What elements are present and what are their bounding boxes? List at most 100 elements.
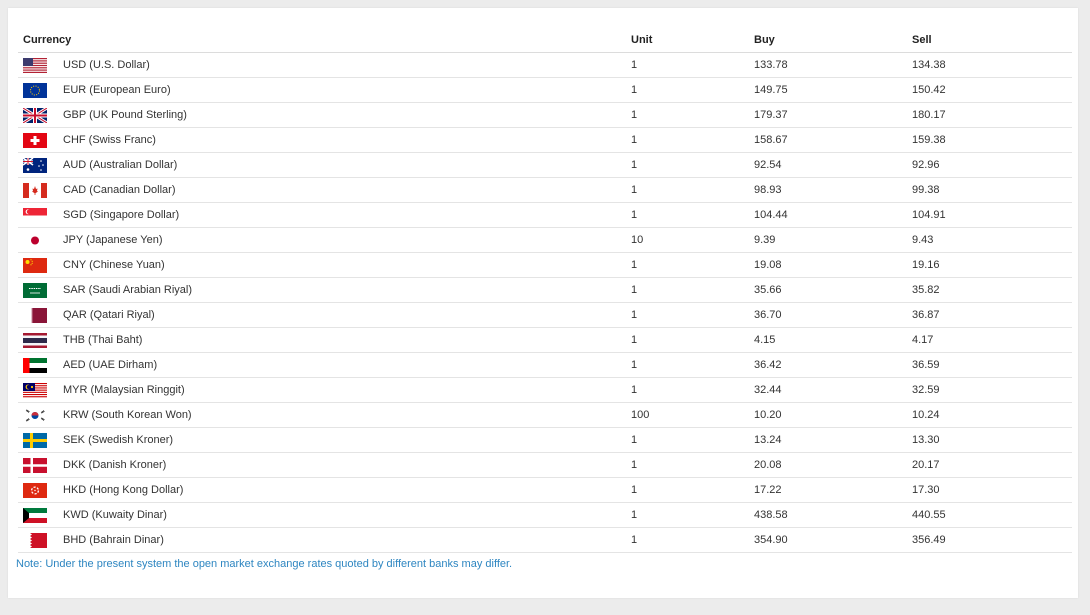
sell-rate: 36.59 <box>912 352 1072 378</box>
sell-rate: 9.43 <box>912 227 1072 253</box>
sell-rate: 92.96 <box>912 152 1072 178</box>
unit-value: 1 <box>631 452 754 478</box>
currency-name: CHF (Swiss Franc) <box>63 127 631 153</box>
flag-cell <box>18 327 63 353</box>
flag-cell <box>18 102 63 128</box>
table-row: USD (U.S. Dollar) 1 133.78 134.38 <box>18 52 1072 78</box>
buy-rate: 4.15 <box>754 327 912 353</box>
sell-rate: 13.30 <box>912 427 1072 453</box>
flag-cell <box>18 152 63 178</box>
table-row: EUR (European Euro) 1 149.75 150.42 <box>18 77 1072 103</box>
unit-value: 1 <box>631 477 754 503</box>
exchange-rate-table: Currency Unit Buy Sell USD (U.S. Dollar)… <box>18 28 1072 553</box>
buy-rate: 13.24 <box>754 427 912 453</box>
kw-flag-icon <box>23 507 47 523</box>
currency-name: THB (Thai Baht) <box>63 327 631 353</box>
table-row: SAR (Saudi Arabian Riyal) 1 35.66 35.82 <box>18 277 1072 303</box>
unit-value: 1 <box>631 102 754 128</box>
ca-flag-icon <box>23 182 47 198</box>
buy-rate: 20.08 <box>754 452 912 478</box>
currency-name: HKD (Hong Kong Dollar) <box>63 477 631 503</box>
buy-rate: 10.20 <box>754 402 912 428</box>
sell-rate: 159.38 <box>912 127 1072 153</box>
buy-rate: 17.22 <box>754 477 912 503</box>
currency-name: DKK (Danish Kroner) <box>63 452 631 478</box>
flag-cell <box>18 302 63 328</box>
table-row: CHF (Swiss Franc) 1 158.67 159.38 <box>18 127 1072 153</box>
flag-cell <box>18 352 63 378</box>
table-row: GBP (UK Pound Sterling) 1 179.37 180.17 <box>18 102 1072 128</box>
unit-value: 1 <box>631 202 754 228</box>
currency-name: QAR (Qatari Riyal) <box>63 302 631 328</box>
flag-cell <box>18 402 63 428</box>
ae-flag-icon <box>23 357 47 373</box>
table-row: THB (Thai Baht) 1 4.15 4.17 <box>18 327 1072 353</box>
unit-value: 1 <box>631 352 754 378</box>
unit-value: 1 <box>631 377 754 403</box>
header-unit: Unit <box>631 28 754 53</box>
table-row: KRW (South Korean Won) 100 10.20 10.24 <box>18 402 1072 428</box>
currency-name: CNY (Chinese Yuan) <box>63 252 631 278</box>
qa-flag-icon <box>23 307 47 323</box>
flag-cell <box>18 502 63 528</box>
unit-value: 10 <box>631 227 754 253</box>
sell-rate: 17.30 <box>912 477 1072 503</box>
flag-cell <box>18 452 63 478</box>
buy-rate: 9.39 <box>754 227 912 253</box>
sell-rate: 32.59 <box>912 377 1072 403</box>
flag-cell <box>18 427 63 453</box>
currency-name: SEK (Swedish Kroner) <box>63 427 631 453</box>
currency-name: MYR (Malaysian Ringgit) <box>63 377 631 403</box>
buy-rate: 19.08 <box>754 252 912 278</box>
sell-rate: 4.17 <box>912 327 1072 353</box>
th-flag-icon <box>23 332 47 348</box>
currency-name: GBP (UK Pound Sterling) <box>63 102 631 128</box>
table-row: SGD (Singapore Dollar) 1 104.44 104.91 <box>18 202 1072 228</box>
table-row: QAR (Qatari Riyal) 1 36.70 36.87 <box>18 302 1072 328</box>
header-sell: Sell <box>912 28 1072 53</box>
table-row: AUD (Australian Dollar) 1 92.54 92.96 <box>18 152 1072 178</box>
sell-rate: 150.42 <box>912 77 1072 103</box>
unit-value: 1 <box>631 177 754 203</box>
flag-cell <box>18 252 63 278</box>
unit-value: 1 <box>631 52 754 78</box>
currency-name: KRW (South Korean Won) <box>63 402 631 428</box>
buy-rate: 104.44 <box>754 202 912 228</box>
hk-flag-icon <box>23 482 47 498</box>
currency-name: JPY (Japanese Yen) <box>63 227 631 253</box>
flag-cell <box>18 227 63 253</box>
unit-value: 1 <box>631 427 754 453</box>
buy-rate: 133.78 <box>754 52 912 78</box>
table-row: KWD (Kuwaity Dinar) 1 438.58 440.55 <box>18 502 1072 528</box>
sell-rate: 134.38 <box>912 52 1072 78</box>
unit-value: 1 <box>631 77 754 103</box>
jp-flag-icon <box>23 232 47 248</box>
sell-rate: 104.91 <box>912 202 1072 228</box>
buy-rate: 92.54 <box>754 152 912 178</box>
unit-value: 1 <box>631 502 754 528</box>
buy-rate: 149.75 <box>754 77 912 103</box>
uk-flag-icon <box>23 107 47 123</box>
us-flag-icon <box>23 57 47 73</box>
unit-value: 1 <box>631 527 754 553</box>
kr-flag-icon <box>23 407 47 423</box>
unit-value: 1 <box>631 127 754 153</box>
disclaimer-note: Note: Under the present system the open … <box>16 558 513 570</box>
flag-cell <box>18 177 63 203</box>
currency-name: USD (U.S. Dollar) <box>63 52 631 78</box>
unit-value: 1 <box>631 327 754 353</box>
table-row: CNY (Chinese Yuan) 1 19.08 19.16 <box>18 252 1072 278</box>
flag-cell <box>18 127 63 153</box>
flag-cell <box>18 202 63 228</box>
currency-name: EUR (European Euro) <box>63 77 631 103</box>
table-row: JPY (Japanese Yen) 10 9.39 9.43 <box>18 227 1072 253</box>
ch-flag-icon <box>23 132 47 148</box>
sg-flag-icon <box>23 207 47 223</box>
flag-cell <box>18 52 63 78</box>
flag-cell <box>18 277 63 303</box>
sell-rate: 440.55 <box>912 502 1072 528</box>
buy-rate: 438.58 <box>754 502 912 528</box>
buy-rate: 158.67 <box>754 127 912 153</box>
buy-rate: 35.66 <box>754 277 912 303</box>
sell-rate: 36.87 <box>912 302 1072 328</box>
